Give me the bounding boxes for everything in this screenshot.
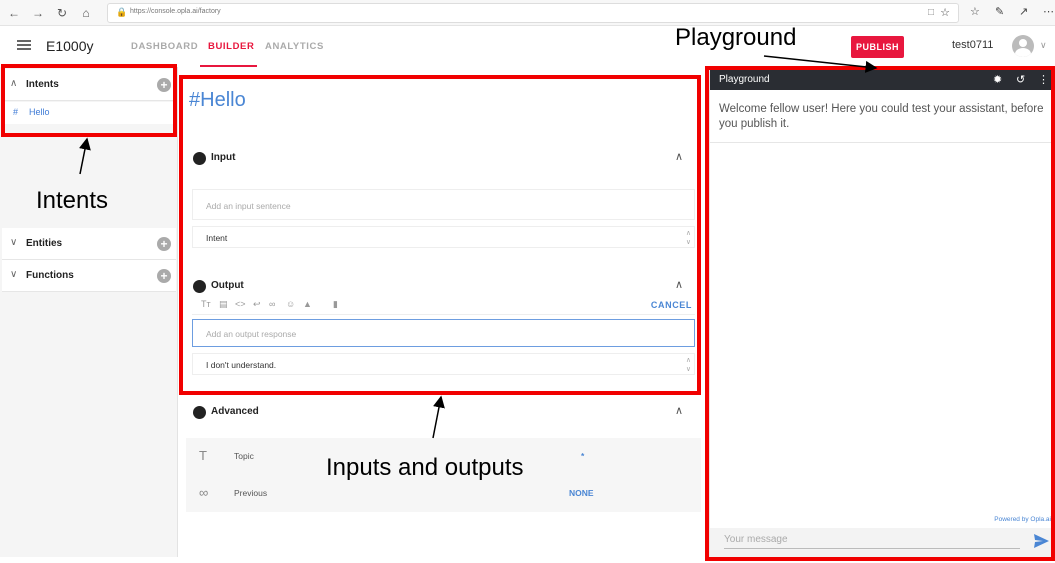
playground-annotation: Playground — [675, 24, 797, 51]
sidebar-section-entities[interactable]: ∨ Entities + — [2, 228, 176, 260]
chevron-down-icon[interactable]: ∨ — [10, 269, 17, 280]
topic-value[interactable]: * — [581, 451, 584, 461]
username[interactable]: test0711 — [952, 39, 993, 51]
back-icon[interactable]: ← — [6, 5, 22, 21]
reading-view-icon[interactable]: □ — [928, 7, 934, 18]
forward-icon[interactable]: → — [30, 5, 46, 21]
add-entity-icon[interactable]: + — [157, 237, 171, 251]
more-icon[interactable]: ⋯ — [1043, 5, 1054, 18]
advanced-key: Topic — [234, 451, 254, 461]
tab-builder[interactable]: BUILDER — [208, 41, 254, 52]
avatar-icon[interactable] — [1012, 35, 1034, 57]
sidebar: ∧ Intents + # Hello ∨ Entities + ∨ Funct… — [0, 67, 178, 557]
add-function-icon[interactable]: + — [157, 269, 171, 283]
home-icon[interactable]: ⌂ — [78, 5, 94, 21]
lock-icon: 🔒 — [116, 7, 128, 17]
ninja-icon — [193, 406, 206, 419]
chevron-down-icon[interactable]: ∨ — [1040, 40, 1047, 51]
text-icon: T — [199, 448, 207, 463]
advanced-section-header[interactable]: Advanced ∧ — [193, 404, 688, 424]
favorites-list-icon[interactable]: ☆ — [970, 5, 980, 18]
refresh-icon[interactable]: ↻ — [54, 5, 70, 21]
app-header: E1000y DASHBOARD BUILDER ANALYTICS PUBLI… — [0, 27, 1055, 67]
chevron-down-icon[interactable]: ∨ — [10, 237, 17, 248]
pen-icon[interactable]: ✎ — [995, 5, 1004, 18]
favorite-star-icon[interactable]: ☆ — [940, 6, 950, 19]
sidebar-section-label: Entities — [26, 238, 63, 249]
address-bar[interactable]: 🔒 https://console.opla.ai/factory □ ☆ — [107, 3, 959, 23]
project-name: E1000y — [46, 38, 94, 54]
editor-highlight-box — [179, 75, 701, 395]
chevron-up-icon[interactable]: ∧ — [675, 404, 683, 417]
publish-button[interactable]: PUBLISH — [851, 36, 904, 58]
tab-analytics[interactable]: ANALYTICS — [265, 41, 324, 52]
intents-highlight-box — [1, 64, 177, 137]
intents-annotation: Intents — [36, 187, 109, 214]
previous-value[interactable]: NONE — [569, 488, 594, 498]
share-icon[interactable]: ↗ — [1019, 5, 1028, 18]
sidebar-section-functions[interactable]: ∨ Functions + — [2, 260, 176, 292]
sidebar-section-label: Functions — [26, 270, 74, 281]
playground-highlight-box — [705, 66, 1055, 561]
section-label: Advanced — [211, 406, 259, 417]
inputs-outputs-annotation: Inputs and outputs — [326, 454, 524, 481]
address-url[interactable]: https://console.opla.ai/factory — [130, 8, 221, 15]
hamburger-menu-icon[interactable] — [17, 40, 31, 50]
tab-dashboard[interactable]: DASHBOARD — [131, 41, 198, 52]
advanced-key: Previous — [234, 488, 268, 498]
browser-toolbar: ← → ↻ ⌂ 🔒 https://console.opla.ai/factor… — [0, 0, 1055, 26]
advanced-row-previous[interactable]: ∞ Previous NONE — [186, 479, 701, 509]
link-icon: ∞ — [199, 485, 209, 500]
